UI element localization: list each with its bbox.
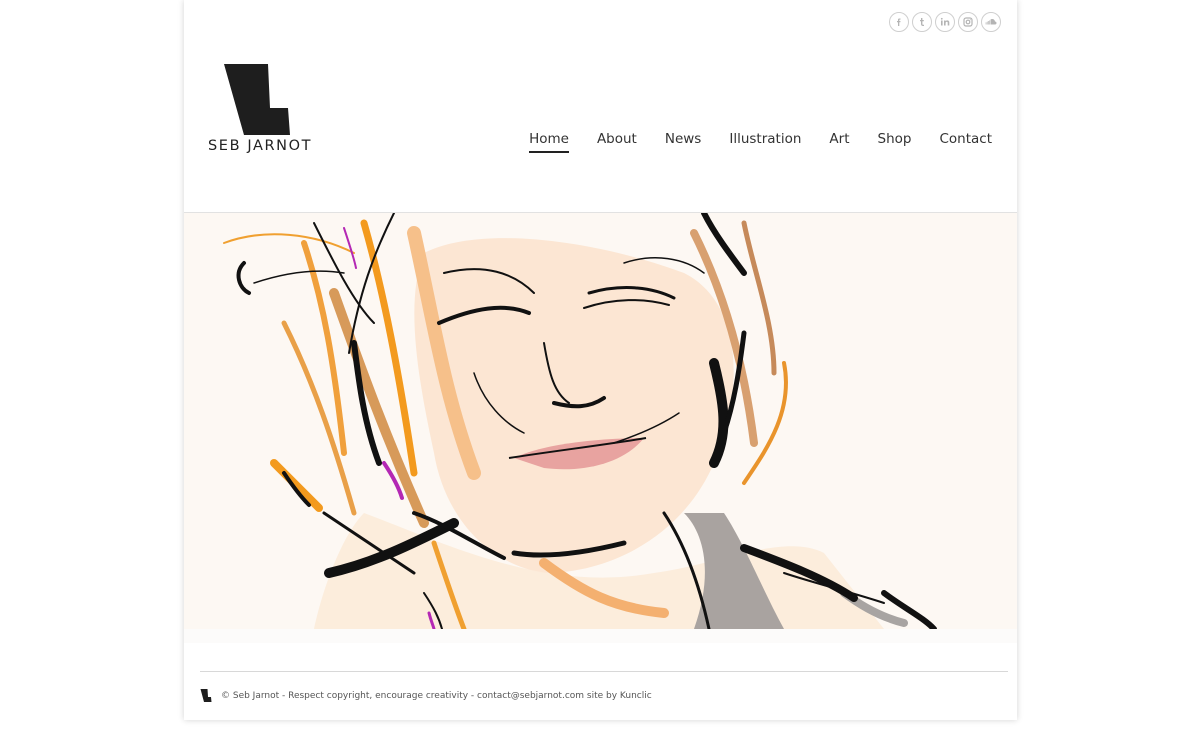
footer-divider (200, 671, 1008, 672)
main-nav: Home About News Illustration Art Shop Co… (515, 130, 992, 153)
site-logo[interactable]: SEB JARNOT (206, 64, 310, 156)
portrait-sketch (223, 213, 937, 629)
nav-item-news[interactable]: News (651, 130, 715, 148)
instagram-icon[interactable] (958, 12, 978, 32)
nav-item-about[interactable]: About (583, 130, 651, 148)
nav-item-art[interactable]: Art (815, 130, 863, 148)
facebook-icon[interactable] (889, 12, 909, 32)
footer-copyright: © Seb Jarnot - Respect copyright, encour… (221, 690, 652, 701)
soundcloud-icon[interactable] (981, 12, 1001, 32)
footer: © Seb Jarnot - Respect copyright, encour… (200, 689, 652, 702)
linkedin-icon[interactable] (935, 12, 955, 32)
nav-item-home[interactable]: Home (515, 130, 583, 153)
social-links (889, 12, 1001, 32)
nav-item-shop[interactable]: Shop (864, 130, 926, 148)
nav-item-illustration[interactable]: Illustration (715, 130, 815, 148)
nav-item-contact[interactable]: Contact (925, 130, 992, 148)
hero-illustration (184, 213, 1017, 629)
tumblr-icon[interactable] (912, 12, 932, 32)
logo-text: SEB JARNOT (208, 138, 313, 154)
hero-bottom-strip (184, 629, 1017, 643)
footer-logo-icon (200, 689, 212, 702)
page-container: SEB JARNOT Home About News Illustration … (184, 0, 1017, 720)
logo-mark-icon (224, 64, 290, 135)
